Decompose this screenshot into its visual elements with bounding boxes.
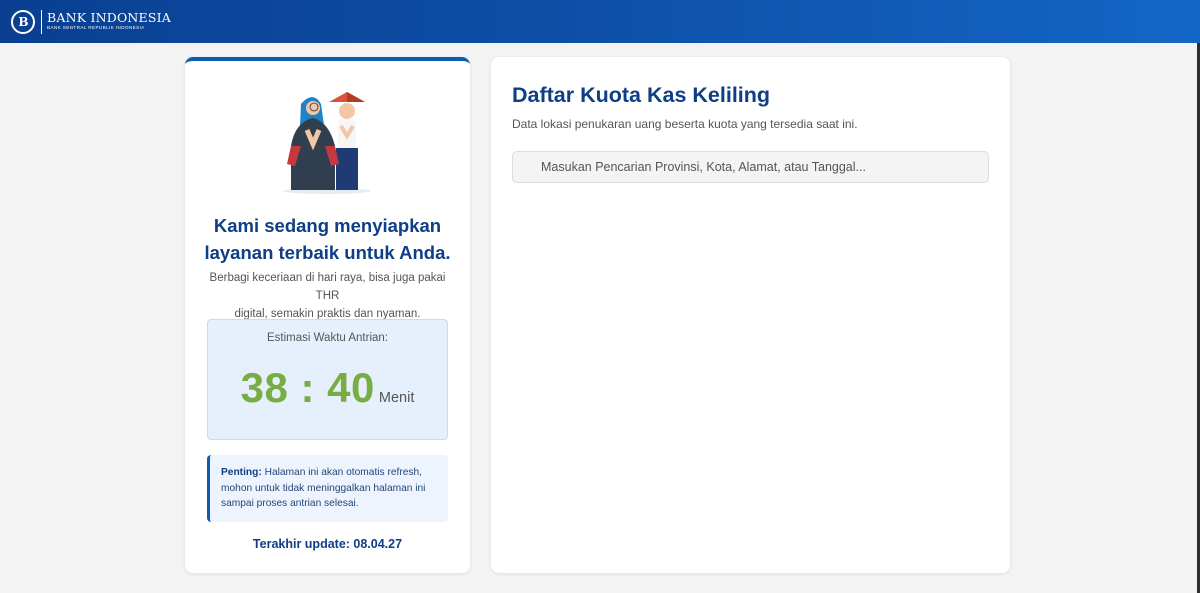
heading-line-1: Kami sedang menyiapkan	[213, 215, 442, 236]
estimate-time-unit: Menit	[378, 390, 415, 406]
heading-line-2: layanan terbaik untuk Anda.	[204, 242, 451, 263]
important-notice: Penting: Halaman ini akan otomatis refre…	[207, 455, 448, 522]
brand-logo-text[interactable]: BANK INDONESIA BANK SENTRAL REPUBLIK IND…	[47, 9, 171, 31]
logo-mark-letter: B	[18, 14, 28, 29]
estimate-timer: 38 : 40 Menit	[208, 364, 447, 412]
estimate-label: Estimasi Waktu Antrian:	[266, 332, 388, 344]
kuota-panel: Daftar Kuota Kas Keliling Data lokasi pe…	[491, 57, 1010, 573]
estimate-time-value: 38 : 40	[240, 364, 375, 411]
kuota-title: Daftar Kuota Kas Keliling	[512, 83, 771, 107]
notice-label: Penting:	[221, 467, 262, 478]
top-navbar: B BANK INDONESIA BANK SENTRAL REPUBLIK I…	[0, 0, 1200, 43]
queue-estimate-box: Estimasi Waktu Antrian: 38 : 40 Menit	[207, 319, 448, 440]
subtext-line-1: Berbagi keceriaan di hari raya, bisa jug…	[209, 272, 446, 302]
brand-name: BANK INDONESIA	[47, 9, 171, 25]
last-update-text: Terakhir update: 08.04.27	[252, 537, 403, 551]
search-input[interactable]	[541, 160, 981, 174]
kuota-description: Data lokasi penukaran uang beserta kuota…	[512, 117, 858, 131]
search-icon	[522, 161, 535, 174]
queue-card: Kami sedang menyiapkan layanan terbaik u…	[185, 57, 470, 573]
brand-subtitle: BANK SENTRAL REPUBLIK INDONESIA	[47, 25, 145, 31]
bank-indonesia-logo-icon[interactable]: B	[11, 9, 35, 34]
subtext: Berbagi keceriaan di hari raya, bisa jug…	[199, 269, 456, 323]
logo-divider	[41, 9, 42, 34]
greeting-people-illustration	[283, 92, 371, 194]
search-bar[interactable]	[512, 151, 989, 183]
page-heading: Kami sedang menyiapkan layanan terbaik u…	[195, 212, 460, 266]
